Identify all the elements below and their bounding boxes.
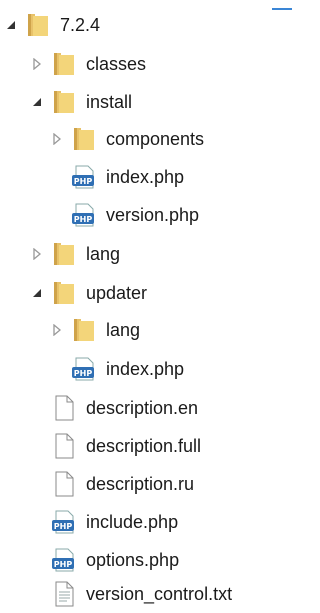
tree-node-label: lang [86, 244, 121, 264]
php-file-icon: PHP [50, 546, 78, 574]
tree-node-description-ru[interactable]: description.ru [30, 465, 194, 503]
expanded-arrow-icon[interactable] [30, 286, 44, 300]
tree-node-label: description.ru [86, 474, 195, 494]
top-edge-indicator [272, 8, 292, 10]
file-tree: 7.2.4 classes install components PHP ind… [0, 0, 292, 609]
php-file-icon: PHP [70, 201, 98, 229]
tree-node-description-en[interactable]: description.en [30, 389, 198, 427]
tree-node-include-php[interactable]: PHP include.php [30, 503, 178, 541]
folder-open-icon [24, 11, 52, 39]
tree-node-index-php[interactable]: PHP index.php [50, 158, 184, 196]
tree-node-label: index.php [106, 167, 185, 187]
tree-node-label: version.php [106, 205, 200, 225]
file-icon [50, 432, 78, 460]
tree-node-label: install [86, 92, 133, 112]
tree-node-7-2-4[interactable]: 7.2.4 [4, 6, 100, 44]
folder-icon [70, 316, 98, 344]
php-file-icon: PHP [50, 508, 78, 536]
collapsed-arrow-icon[interactable] [30, 247, 44, 261]
tree-node-label: 7.2.4 [60, 15, 101, 35]
tree-node-label: lang [106, 320, 141, 340]
tree-node-install[interactable]: install [30, 83, 132, 121]
tree-node-label: description.full [86, 436, 202, 456]
tree-node-label: classes [86, 54, 147, 74]
tree-node-label: version_control.txt [86, 584, 233, 604]
tree-node-version-php[interactable]: PHP version.php [50, 196, 199, 234]
tree-node-label: updater [86, 283, 148, 303]
tree-node-label: options.php [86, 550, 180, 570]
tree-node-label: components [106, 129, 205, 149]
collapsed-arrow-icon[interactable] [30, 57, 44, 71]
svg-text:PHP: PHP [74, 215, 93, 224]
expanded-arrow-icon[interactable] [30, 95, 44, 109]
collapsed-arrow-icon[interactable] [50, 323, 64, 337]
php-file-icon: PHP [70, 163, 98, 191]
folder-icon [50, 240, 78, 268]
tree-node-updater[interactable]: updater [30, 274, 147, 312]
tree-node-label: index.php [106, 359, 185, 379]
svg-text:PHP: PHP [74, 177, 93, 186]
svg-text:PHP: PHP [54, 522, 73, 531]
tree-node-updater-lang[interactable]: lang [50, 311, 140, 349]
text-file-icon [50, 580, 78, 608]
tree-node-options-php[interactable]: PHP options.php [30, 541, 179, 579]
folder-icon [50, 50, 78, 78]
file-icon [50, 394, 78, 422]
tree-node-label: description.en [86, 398, 199, 418]
svg-text:PHP: PHP [54, 560, 73, 569]
tree-node-version-control-txt[interactable]: version_control.txt [30, 575, 232, 613]
folder-icon [70, 125, 98, 153]
expanded-arrow-icon[interactable] [4, 18, 18, 32]
tree-node-components[interactable]: components [50, 120, 204, 158]
folder-open-icon [50, 279, 78, 307]
svg-text:PHP: PHP [74, 369, 93, 378]
tree-node-classes[interactable]: classes [30, 45, 146, 83]
folder-open-icon [50, 88, 78, 116]
tree-node-description-full[interactable]: description.full [30, 427, 201, 465]
file-icon [50, 470, 78, 498]
tree-node-label: include.php [86, 512, 179, 532]
tree-node-updater-index-php[interactable]: PHP index.php [50, 350, 184, 388]
php-file-icon: PHP [70, 355, 98, 383]
tree-node-lang[interactable]: lang [30, 235, 120, 273]
collapsed-arrow-icon[interactable] [50, 132, 64, 146]
